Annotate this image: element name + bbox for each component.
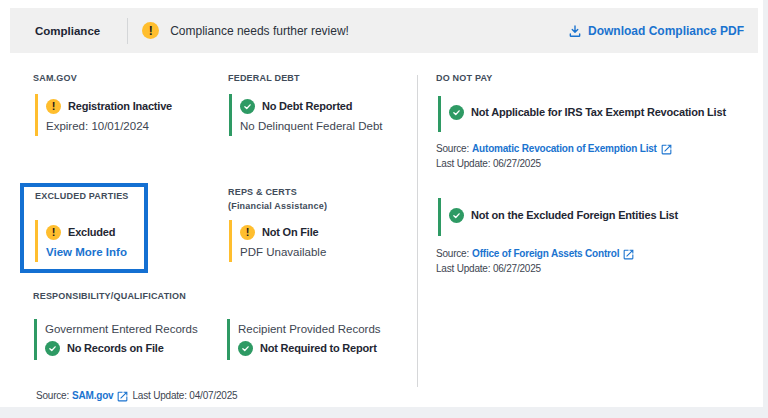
sam-gov-source-line: Source: SAM.gov Last Update: 04/07/2025	[36, 389, 237, 403]
dnp-irs-status-item: Not Applicable for IRS Tax Exempt Revoca…	[438, 96, 726, 132]
section-label-sam-gov: SAM.GOV	[33, 72, 77, 84]
dnp-foreign-status: Not on the Excluded Foreign Entities Lis…	[471, 209, 678, 221]
sam-gov-source-link[interactable]: SAM.gov	[72, 389, 129, 403]
excluded-parties-status-item: ! Excluded View More Info	[35, 220, 127, 262]
warning-icon: !	[240, 225, 255, 240]
dnp-foreign-source-link[interactable]: Office of Foreign Assets Control	[472, 247, 635, 261]
section-label-reps-certs: REPS & CERTS	[228, 186, 297, 198]
warning-icon: !	[46, 99, 61, 114]
compliance-header: Compliance ! Compliance needs further re…	[10, 8, 758, 53]
responsibility-item-title: Recipient Provided Records	[238, 321, 381, 337]
section-label-do-not-pay: DO NOT PAY	[436, 72, 493, 84]
reps-certs-status-item: ! Not On File PDF Unavailable	[229, 220, 326, 262]
sam-gov-status: Registration Inactive	[68, 100, 172, 112]
header-divider	[127, 18, 128, 44]
check-icon	[45, 341, 60, 356]
responsibility-item-status: Not Required to Report	[260, 342, 377, 354]
last-update: Last Update: 04/07/2025	[132, 389, 237, 403]
source-prefix: Source:	[436, 142, 469, 156]
excluded-parties-status: Excluded	[68, 226, 115, 238]
section-sublabel-reps-certs: (Financial Assistance)	[228, 200, 327, 212]
view-more-info-link[interactable]: View More Info	[46, 244, 127, 260]
section-label-federal-debt: FEDERAL DEBT	[228, 72, 300, 84]
responsibility-item-title: Government Entered Records	[45, 321, 198, 337]
dnp-foreign-source-line: Source: Office of Foreign Assets Control	[436, 247, 635, 261]
section-label-excluded-parties: EXCLUDED PARTIES	[35, 190, 129, 202]
dnp-irs-source-link[interactable]: Automatic Revocation of Exemption List	[472, 142, 673, 156]
external-link-icon	[660, 143, 673, 156]
section-label-responsibility: RESPONSIBILITY/QUALIFICATION	[33, 290, 186, 302]
compliance-card: Compliance ! Compliance needs further re…	[0, 0, 763, 407]
column-divider	[417, 75, 418, 387]
download-icon	[568, 24, 582, 38]
download-compliance-pdf-link[interactable]: Download Compliance PDF	[568, 24, 744, 38]
compliance-alert-text: Compliance needs further review!	[170, 24, 349, 38]
dnp-irs-source-line: Source: Automatic Revocation of Exemptio…	[436, 142, 673, 156]
external-link-icon	[622, 248, 635, 261]
responsibility-item-government: Government Entered Records No Records on…	[34, 319, 198, 360]
dnp-foreign-last-update: Last Update: 06/27/2025	[436, 262, 541, 276]
federal-debt-detail: No Delinquent Federal Debt	[240, 118, 383, 134]
external-link-icon	[116, 390, 129, 403]
check-icon	[238, 341, 253, 356]
check-icon	[449, 208, 464, 223]
responsibility-item-recipient: Recipient Provided Records Not Required …	[227, 319, 381, 360]
responsibility-item-status: No Records on File	[67, 342, 164, 354]
source-prefix: Source:	[436, 247, 469, 261]
sam-gov-detail: Expired: 10/01/2024	[46, 118, 172, 134]
dnp-irs-status: Not Applicable for IRS Tax Exempt Revoca…	[471, 106, 726, 118]
dnp-foreign-status-item: Not on the Excluded Foreign Entities Lis…	[438, 198, 678, 236]
compliance-title: Compliance	[35, 25, 100, 37]
reps-certs-detail: PDF Unavailable	[240, 244, 326, 260]
federal-debt-status: No Debt Reported	[262, 100, 352, 112]
check-icon	[240, 99, 255, 114]
dnp-irs-last-update: Last Update: 06/27/2025	[436, 157, 541, 171]
federal-debt-status-item: No Debt Reported No Delinquent Federal D…	[229, 94, 383, 136]
source-prefix: Source:	[36, 389, 69, 403]
check-icon	[449, 105, 464, 120]
warning-icon: !	[142, 22, 159, 39]
warning-icon: !	[46, 225, 61, 240]
sam-gov-status-item: ! Registration Inactive Expired: 10/01/2…	[35, 94, 172, 136]
reps-certs-status: Not On File	[262, 226, 318, 238]
